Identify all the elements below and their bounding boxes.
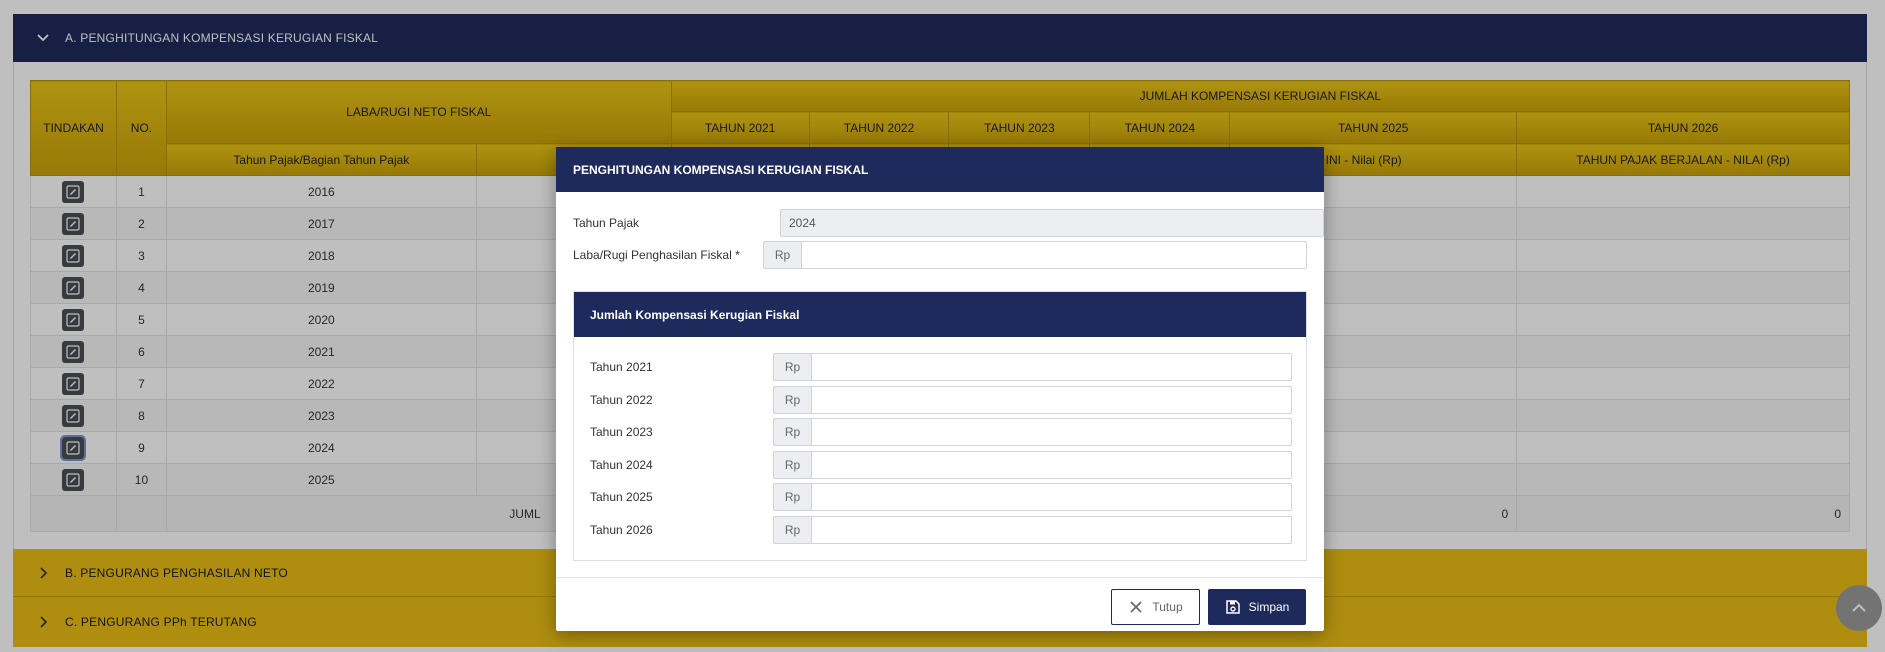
simpan-button[interactable]: Simpan <box>1208 589 1306 625</box>
kompensasi-year-row: Tahun 2023 Rp <box>590 418 1292 446</box>
year-amount-input[interactable] <box>811 450 1292 479</box>
jumlah-kompensasi-card: Jumlah Kompensasi Kerugian Fiskal Tahun … <box>573 291 1307 561</box>
laba-rugi-label: Laba/Rugi Penghasilan Fiskal * <box>573 248 740 262</box>
year-label: Tahun 2022 <box>590 392 653 407</box>
currency-addon: Rp <box>773 353 811 381</box>
kompensasi-year-row: Tahun 2022 Rp <box>590 385 1292 414</box>
modal-title: PENGHITUNGAN KOMPENSASI KERUGIAN FISKAL <box>573 162 869 177</box>
modal-footer: Tutup Simpan <box>556 577 1324 631</box>
kompensasi-modal: PENGHITUNGAN KOMPENSASI KERUGIAN FISKAL … <box>556 147 1324 631</box>
close-icon <box>1130 601 1142 613</box>
tahun-pajak-label: Tahun Pajak <box>573 216 640 230</box>
laba-rugi-row: Laba/Rugi Penghasilan Fiskal * Rp <box>573 241 1324 269</box>
sub-card-title: Jumlah Kompensasi Kerugian Fiskal <box>590 307 800 322</box>
tahun-pajak-field: 2024 <box>780 209 1324 237</box>
currency-addon: Rp <box>773 418 811 446</box>
currency-addon: Rp <box>773 450 811 479</box>
kompensasi-year-row: Tahun 2026 Rp <box>590 515 1292 544</box>
laba-rugi-input-group: Rp <box>763 241 1307 269</box>
tutup-button[interactable]: Tutup <box>1111 589 1200 625</box>
modal-header: PENGHITUNGAN KOMPENSASI KERUGIAN FISKAL <box>556 147 1324 192</box>
kompensasi-year-row: Tahun 2024 Rp <box>590 450 1292 479</box>
year-label: Tahun 2021 <box>590 360 653 374</box>
laba-rugi-input[interactable] <box>801 241 1307 269</box>
year-amount-input[interactable] <box>811 418 1292 446</box>
tutup-button-label: Tutup <box>1152 600 1183 614</box>
kompensasi-year-row: Tahun 2025 Rp <box>590 483 1292 511</box>
year-label: Tahun 2026 <box>590 522 653 537</box>
currency-addon: Rp <box>773 483 811 511</box>
save-icon <box>1225 600 1240 614</box>
year-amount-input[interactable] <box>811 353 1292 381</box>
year-amount-input[interactable] <box>811 515 1292 544</box>
tahun-pajak-row: Tahun Pajak 2024 <box>573 209 1324 237</box>
year-label: Tahun 2024 <box>590 457 653 472</box>
year-amount-input[interactable] <box>811 483 1292 511</box>
year-label: Tahun 2023 <box>590 425 653 439</box>
currency-addon: Rp <box>773 385 811 414</box>
simpan-button-label: Simpan <box>1248 600 1290 614</box>
kompensasi-year-row: Tahun 2021 Rp <box>590 353 1292 381</box>
currency-addon: Rp <box>773 515 811 544</box>
sub-card-header: Jumlah Kompensasi Kerugian Fiskal <box>574 292 1306 337</box>
year-amount-input[interactable] <box>811 385 1292 414</box>
year-label: Tahun 2025 <box>590 490 653 504</box>
currency-addon: Rp <box>763 241 801 269</box>
